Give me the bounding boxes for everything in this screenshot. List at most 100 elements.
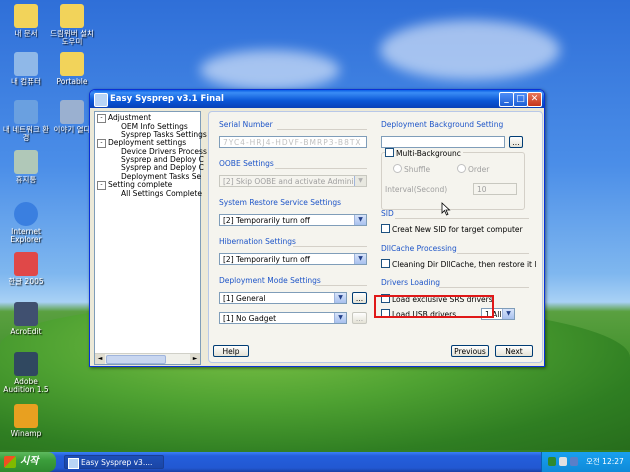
deployment-mode-group: Deployment Mode Settings: [219, 276, 367, 286]
order-radio[interactable]: Order: [457, 164, 489, 175]
window-title: Easy Sysprep v3.1 Final: [110, 94, 224, 104]
desktop-icon-label: 내 네트워크 환경: [2, 125, 50, 142]
collapse-toggle[interactable]: -: [97, 113, 106, 123]
desktop-icon-network[interactable]: 내 네트워크 환경: [0, 100, 52, 142]
serial-number-group: Serial Number: [219, 120, 367, 130]
desktop-icon-label: 휴지통: [15, 175, 37, 184]
group-caption: Drivers Loading: [381, 278, 440, 287]
deployment-mode-more-button[interactable]: ...: [352, 292, 367, 304]
audition-icon: [14, 352, 38, 376]
start-label: 시작: [20, 456, 39, 467]
interval-field[interactable]: 10: [473, 183, 517, 195]
checkbox-box[interactable]: [381, 224, 390, 233]
group-caption: System Restore Service Settings: [219, 198, 342, 207]
checkbox-box[interactable]: [381, 259, 390, 268]
windows-flag-icon: [4, 456, 16, 468]
background-group: Deployment Background Setting: [381, 120, 529, 130]
collapse-toggle[interactable]: -: [97, 180, 106, 190]
chevron-down-icon: ▼: [354, 215, 366, 225]
new-sid-checkbox[interactable]: Creat New SID for target computer: [381, 224, 523, 235]
tree-horizontal-scrollbar[interactable]: ◄ ►: [95, 353, 200, 364]
security-tray-icon[interactable]: [570, 457, 578, 466]
dllcache-checkbox[interactable]: Cleaning Dir DllCache, then restore it l: [381, 259, 536, 270]
chevron-down-icon: ▼: [354, 176, 366, 186]
network-tray-icon[interactable]: [548, 457, 556, 466]
tree-node-sysprep-deploy-2[interactable]: Sysprep and Deploy C: [121, 163, 204, 172]
volume-tray-icon[interactable]: [559, 457, 567, 466]
group-caption: OOBE Settings: [219, 159, 274, 168]
close-button[interactable]: ✕: [527, 92, 542, 107]
desktop-icon-my-computer[interactable]: 내 컴퓨터: [0, 52, 52, 86]
scroll-right-arrow-icon[interactable]: ►: [190, 354, 200, 364]
clock[interactable]: 오전 12:27: [586, 452, 624, 472]
desktop-icon-label: Winamp: [10, 429, 42, 438]
gadget-more-button[interactable]: ...: [352, 312, 367, 324]
winamp-icon: [14, 404, 38, 428]
previous-button[interactable]: Previous: [451, 345, 489, 357]
chevron-down-icon: ▼: [334, 293, 346, 303]
serial-number-field[interactable]: 7YC4-HRJ4-HDVF-BMRP3-B8TX: [219, 136, 367, 148]
start-button[interactable]: 시작: [0, 452, 56, 472]
interval-label: Interval(Second): [385, 185, 448, 194]
desktop-icon-label: 드림위버 설치 도우미: [50, 29, 94, 46]
desktop-icon-label: 한글 2005: [8, 277, 44, 286]
group-caption: Serial Number: [219, 120, 273, 129]
system-restore-select[interactable]: [2] Temporarily turn off ▼: [219, 214, 367, 226]
desktop-icon-label: AcroEdit: [10, 327, 42, 336]
cloud: [380, 20, 560, 80]
group-caption: SID: [381, 209, 394, 218]
scroll-thumb[interactable]: [106, 355, 166, 364]
multi-background-group: [381, 152, 525, 210]
desktop-icon-label: Portable: [56, 77, 88, 86]
oobe-group: OOBE Settings: [219, 159, 367, 169]
desktop-icon-winamp[interactable]: Winamp: [0, 404, 52, 438]
gadget-select[interactable]: [1] No Gadget ▼: [219, 312, 347, 324]
network-icon: [14, 100, 38, 124]
internet-explorer-icon: [14, 202, 38, 226]
maximize-button[interactable]: □: [513, 92, 528, 107]
taskbar-item-easy-sysprep[interactable]: Easy Sysprep v3....: [64, 455, 164, 469]
background-path-field[interactable]: [381, 136, 505, 148]
scroll-left-arrow-icon[interactable]: ◄: [95, 354, 105, 364]
computer-icon: [14, 52, 38, 76]
desktop-icon-internet-explorer[interactable]: Internet Explorer: [0, 202, 52, 244]
next-button[interactable]: Next: [495, 345, 533, 357]
chevron-down-icon: ▼: [502, 309, 514, 319]
hibernation-select[interactable]: [2] Temporarily turn off ▼: [219, 253, 367, 265]
taskbar: 시작 Easy Sysprep v3.... 오전 12:27: [0, 452, 630, 472]
folder-icon: [60, 4, 84, 28]
multi-background-checkbox[interactable]: Multi-Backgrounc: [385, 148, 463, 159]
checkbox-box[interactable]: [385, 148, 394, 157]
deployment-mode-select[interactable]: [1] General ▼: [219, 292, 347, 304]
shuffle-radio[interactable]: Shuffle: [393, 164, 430, 175]
minimize-button[interactable]: _: [499, 92, 514, 107]
radio-button[interactable]: [457, 164, 466, 173]
desktop-icon-hangul[interactable]: 한글 2005: [0, 252, 52, 286]
chevron-down-icon: ▼: [354, 254, 366, 264]
dllcache-group: DllCache Processing: [381, 244, 529, 254]
desktop-icon-portable[interactable]: Portable: [46, 52, 98, 86]
background-browse-button[interactable]: ...: [509, 136, 523, 148]
hangul-icon: [14, 252, 38, 276]
desktop-icon-label: 내 문서: [14, 29, 38, 38]
drivers-loading-group: Drivers Loading: [381, 278, 529, 288]
desktop-icon-my-documents[interactable]: 내 문서: [0, 4, 52, 38]
app-icon: [94, 93, 108, 107]
app-icon: [60, 100, 84, 124]
tree-node-all-settings-complete[interactable]: All Settings Complete: [121, 189, 202, 198]
folder-icon: [14, 4, 38, 28]
collapse-toggle[interactable]: -: [97, 138, 106, 148]
desktop-icon-label: Adobe Audition 1.5: [3, 377, 49, 394]
app-icon: [68, 458, 79, 469]
sid-group: SID: [381, 209, 529, 219]
help-button[interactable]: Help: [213, 345, 249, 357]
desktop-icon-audition[interactable]: Adobe Audition 1.5: [0, 352, 52, 394]
group-caption: Hibernation Settings: [219, 237, 296, 246]
oobe-select[interactable]: [2] Skip OOBE and activate Administra ▼: [219, 175, 367, 187]
desktop-icon-acroedit[interactable]: AcroEdit: [0, 302, 52, 336]
desktop-icon-dreamweaver-setup[interactable]: 드림위버 설치 도우미: [46, 4, 98, 46]
system-tray: 오전 12:27: [541, 452, 630, 472]
desktop-icon-recycle-bin[interactable]: 휴지통: [0, 150, 52, 184]
radio-button[interactable]: [393, 164, 402, 173]
title-bar[interactable]: Easy Sysprep v3.1 Final _ □ ✕: [90, 90, 544, 108]
